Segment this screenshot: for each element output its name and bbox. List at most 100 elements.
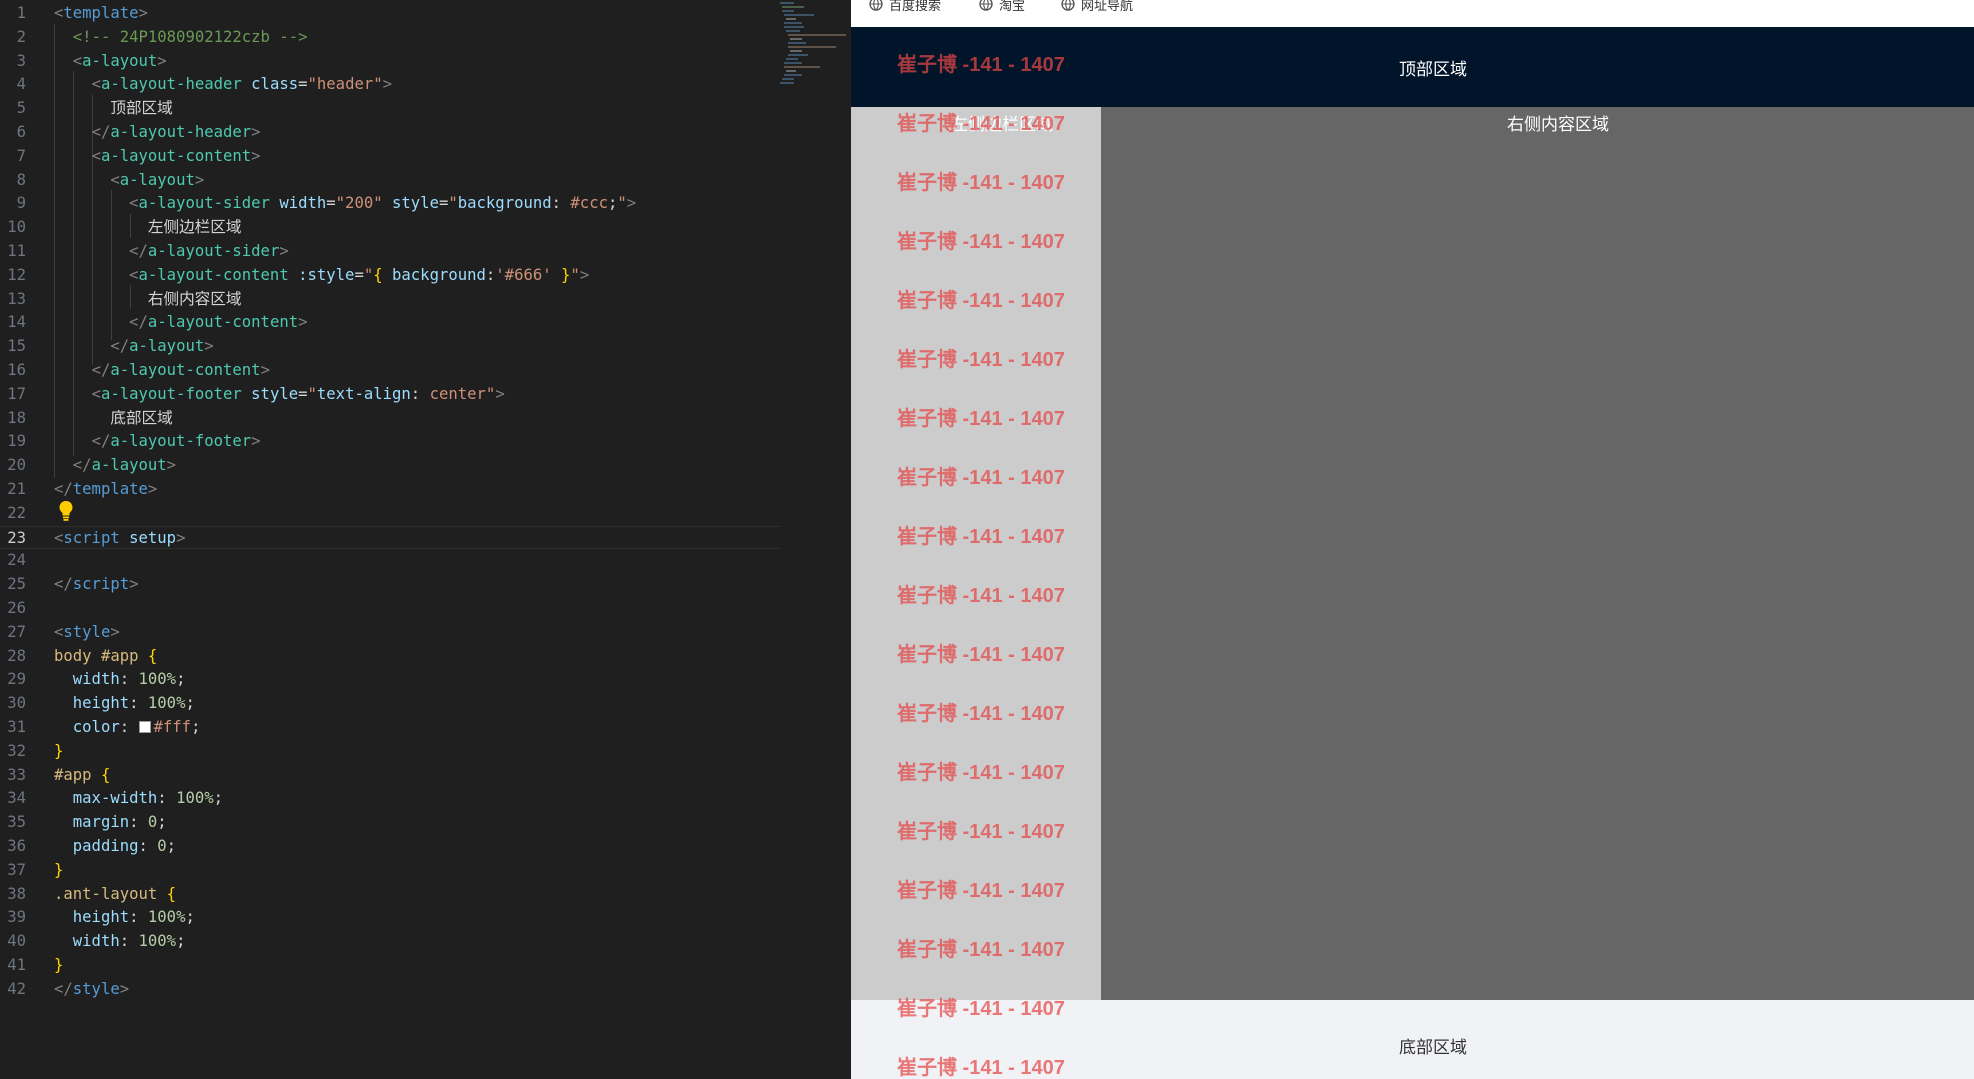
code-text: </a-layout> — [54, 454, 176, 478]
code-line[interactable]: 6 </a-layout-header> — [0, 121, 780, 145]
line-number: 19 — [7, 432, 26, 451]
code-token: ; — [191, 718, 201, 736]
code-token: color — [72, 718, 120, 736]
code-line[interactable]: 34 max-width: 100%; — [0, 787, 780, 811]
code-line[interactable]: 9 <a-layout-sider width="200" style="bac… — [0, 192, 780, 216]
code-token: ; — [213, 789, 224, 808]
bookmark-baidu[interactable]: 百度搜索 — [869, 0, 941, 14]
code-line[interactable]: 38 .ant-layout { — [0, 883, 780, 907]
code-line[interactable]: 12 <a-layout-content :style="{ backgroun… — [0, 264, 780, 288]
code-token: < — [91, 75, 101, 94]
code-line[interactable]: 31 color: #fff; — [0, 716, 780, 740]
code-line[interactable]: 35 margin: 0; — [0, 811, 780, 835]
code-line[interactable]: 29 width: 100%; — [0, 668, 780, 692]
line-number: 42 — [7, 979, 26, 998]
code-line[interactable]: 36 padding: 0; — [0, 835, 780, 859]
code-token: 顶部区域 — [110, 99, 173, 118]
code-token: : — [138, 837, 158, 855]
code-token: = — [438, 194, 449, 213]
code-token: > — [138, 4, 148, 22]
code-line[interactable]: 32} — [0, 740, 780, 764]
code-line[interactable]: 40 width: 100%; — [0, 930, 780, 954]
code-line[interactable]: 22 — [0, 502, 780, 526]
code-line[interactable]: 10 左侧边栏区域 — [0, 216, 780, 240]
code-token: = — [354, 265, 364, 284]
code-line[interactable]: 16 </a-layout-content> — [0, 359, 780, 383]
code-token: > — [579, 265, 590, 284]
code-line[interactable]: 42 </style> — [0, 978, 780, 1002]
code-line[interactable]: 1 <template> — [0, 2, 780, 26]
code-line[interactable]: 7 <a-layout-content> — [0, 145, 780, 169]
code-token: > — [166, 456, 177, 475]
code-editor[interactable]: 1 <template> 2 <!-- 24P1080902122czb --> 3 … — [0, 0, 851, 1079]
minimap[interactable] — [778, 0, 848, 90]
code-token: </ — [91, 361, 111, 379]
line-number: 20 — [7, 456, 26, 475]
code-token: 100% — [147, 694, 186, 713]
code-token: 100% — [147, 908, 186, 927]
code-token: > — [157, 51, 167, 70]
line-number: 31 — [7, 718, 26, 736]
code-line[interactable]: 18 底部区域 — [0, 407, 780, 431]
code-line[interactable]: 33 #app { — [0, 764, 780, 788]
code-token: < — [129, 265, 139, 284]
code-line[interactable]: 4 <a-layout-header class="header"> — [0, 73, 780, 97]
code-line[interactable]: 15 </a-layout> — [0, 335, 780, 359]
code-line[interactable]: 5 顶部区域 — [0, 97, 780, 121]
code-line[interactable]: 41} — [0, 954, 780, 978]
code-line[interactable]: 13 右侧内容区域 — [0, 288, 780, 312]
line-number: 27 — [7, 622, 26, 641]
code-token: style — [251, 384, 299, 403]
code-line[interactable]: 14 </a-layout-content> — [0, 311, 780, 335]
code-line[interactable]: 19 </a-layout-footer> — [0, 430, 780, 454]
bookmark-label: 网址导航 — [1081, 0, 1134, 14]
code-text: </a-layout-header> — [54, 121, 261, 145]
code-line[interactable]: 11 </a-layout-sider> — [0, 240, 780, 264]
code-line[interactable]: 2 <!-- 24P1080902122czb --> — [0, 26, 780, 50]
header-text: 顶部区域 — [1399, 60, 1467, 80]
code-token: } — [561, 265, 571, 284]
code-line[interactable]: 20 </a-layout> — [0, 454, 780, 478]
content-text: 右侧内容区域 — [1507, 115, 1609, 135]
code-line[interactable]: 23 <script setup> — [0, 525, 780, 550]
code-token: { — [100, 765, 111, 784]
code-line[interactable]: 27 <style> — [0, 621, 780, 645]
line-number: 8 — [16, 170, 26, 189]
code-line[interactable]: 3 <a-layout> — [0, 50, 780, 74]
bookmark-taobao[interactable]: 淘宝 — [979, 0, 1025, 14]
code-line[interactable]: 30 height: 100%; — [0, 692, 780, 716]
code-token: margin — [72, 813, 130, 832]
code-token: : — [119, 670, 139, 689]
code-line[interactable]: 17 <a-layout-footer style="text-align: c… — [0, 383, 780, 407]
color-swatch-icon[interactable] — [138, 721, 151, 733]
code-token: < — [54, 4, 64, 22]
line-number: 22 — [7, 503, 26, 522]
code-line[interactable]: 39 height: 100%; — [0, 906, 780, 930]
line-number: 30 — [7, 694, 26, 713]
code-token: < — [54, 528, 64, 547]
code-line[interactable]: 21 </template> — [0, 478, 780, 502]
code-token: = — [298, 75, 308, 94]
code-line[interactable]: 25 </script> — [0, 573, 780, 597]
code-token: " — [570, 265, 580, 284]
code-text: width: 100%; — [54, 930, 186, 954]
code-line[interactable]: 24 — [0, 549, 780, 573]
code-token: = — [326, 194, 336, 213]
code-line[interactable]: 8 <a-layout> — [0, 169, 780, 193]
code-token: 0 — [157, 837, 167, 855]
code-text: width: 100%; — [54, 668, 186, 692]
code-line[interactable]: 37} — [0, 859, 780, 883]
code-line[interactable]: 28 body #app { — [0, 645, 780, 669]
code-text: <a-layout-content :style="{ background:'… — [54, 264, 589, 288]
code-token: " — [307, 384, 317, 403]
line-number: 6 — [16, 123, 26, 141]
bookmark-nav[interactable]: 网址导航 — [1061, 0, 1133, 14]
code-line[interactable]: 26 — [0, 597, 780, 621]
